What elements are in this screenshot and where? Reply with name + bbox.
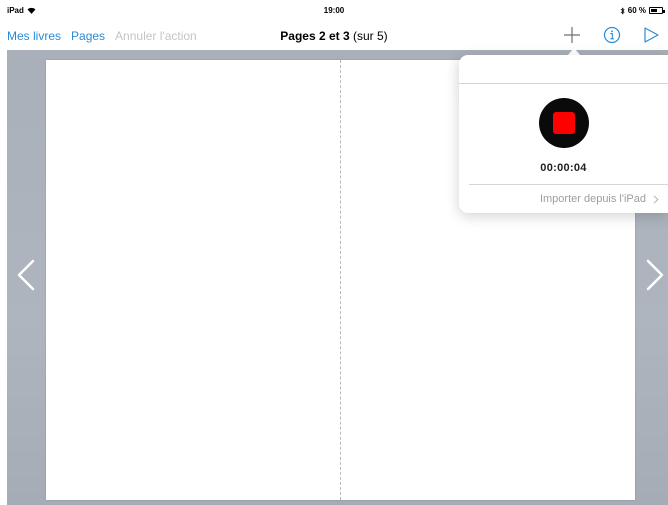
page-title-count: (sur 5) <box>349 29 388 43</box>
battery-fill <box>651 9 657 12</box>
status-right: 60 % <box>620 6 665 15</box>
nav-bar: Mes livres Pages Annuler l'action Pages … <box>0 20 668 50</box>
stop-icon <box>553 112 575 134</box>
battery-nub <box>663 10 665 13</box>
info-icon[interactable] <box>602 25 622 45</box>
page-title-main: Pages 2 et 3 <box>280 29 350 43</box>
popover-header <box>459 55 668 84</box>
import-label: Importer depuis l'iPad <box>539 193 646 205</box>
play-icon[interactable] <box>641 25 661 45</box>
status-time: 19:00 <box>323 6 345 15</box>
battery-icon <box>649 7 665 14</box>
next-page-icon[interactable] <box>639 255 668 295</box>
battery-percent: 60 % <box>627 6 646 15</box>
stop-record-button[interactable] <box>539 98 589 148</box>
bluetooth-icon <box>620 6 625 15</box>
book-spine <box>340 60 341 500</box>
status-bar: iPad 19:00 60 % <box>0 0 668 20</box>
import-from-ipad-button[interactable]: Importer depuis l'iPad <box>459 185 668 213</box>
recording-timer: 00:00:04 <box>540 162 587 174</box>
plus-icon[interactable] <box>562 25 582 45</box>
chevron-right-icon <box>653 195 659 204</box>
previous-page-icon[interactable] <box>12 255 42 295</box>
recording-popover: 00:00:04 Importer depuis l'iPad <box>459 55 668 213</box>
